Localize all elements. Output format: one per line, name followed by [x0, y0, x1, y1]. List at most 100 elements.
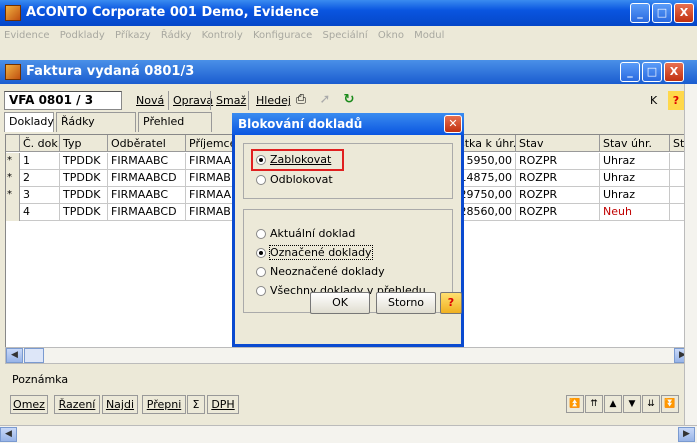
- cell-marker: *: [6, 170, 20, 187]
- arrow-icon[interactable]: ➚: [316, 91, 334, 109]
- refresh-icon[interactable]: ↻: [340, 91, 358, 109]
- maximize-button[interactable]: □: [652, 3, 672, 23]
- first-record-icon[interactable]: ⏫: [566, 395, 584, 413]
- cell-state: ROZPR: [516, 170, 600, 187]
- radio-aktualni[interactable]: Aktuální doklad: [254, 226, 355, 242]
- sub-close-button[interactable]: X: [664, 62, 684, 82]
- cell-no: 3: [20, 187, 60, 204]
- cell-paystate: Uhraz: [600, 187, 670, 204]
- tab-prehled-radku[interactable]: Přehled řádků: [138, 112, 212, 146]
- radio-label: Aktuální doklad: [270, 227, 356, 240]
- app-icon: [5, 5, 21, 21]
- document-icon: [5, 64, 21, 80]
- header-amount[interactable]: stka k úhr.: [456, 135, 516, 152]
- radio-neoznacene[interactable]: Neoznačené doklady: [254, 264, 385, 280]
- radio-label: Označené doklady: [269, 245, 373, 260]
- header-doc-no[interactable]: Č. dok.: [20, 135, 60, 152]
- sub-minimize-button[interactable]: _: [620, 62, 640, 82]
- header-state[interactable]: Stav: [516, 135, 600, 152]
- separator: [248, 91, 249, 110]
- help-button[interactable]: ?: [668, 91, 684, 110]
- close-button[interactable]: X: [674, 3, 694, 23]
- prepni-button[interactable]: Přepni: [142, 395, 186, 414]
- edit-button[interactable]: Oprava: [171, 91, 215, 110]
- sub-maximize-button[interactable]: □: [642, 62, 662, 82]
- radio-odblokovat[interactable]: Odblokovat: [254, 172, 333, 188]
- document-number-field[interactable]: VFA 0801 / 3: [4, 91, 122, 110]
- separator: [168, 91, 169, 110]
- cell-customer: FIRMAABC: [108, 153, 186, 170]
- window-scroll-left-icon[interactable]: ◀: [0, 427, 17, 442]
- tab-radky-dokladu[interactable]: Řádky dokladu: [56, 112, 136, 146]
- horizontal-scrollbar[interactable]: ◀ ▶: [5, 347, 692, 364]
- delete-button[interactable]: Smaž: [214, 91, 248, 110]
- dialog-close-button[interactable]: ✕: [444, 115, 462, 133]
- radio-dot: [256, 229, 266, 239]
- menu-kontroly[interactable]: Kontroly: [202, 26, 243, 46]
- cell-type: TPDDK: [60, 187, 108, 204]
- bottom-toolbar: Omez Řazení Najdi Přepni Σ DPH ⏫ ⇈ ▲ ▼ ⇊…: [4, 393, 692, 415]
- radio-label: Odblokovat: [270, 173, 333, 186]
- scroll-left-icon[interactable]: ◀: [6, 348, 23, 363]
- header-marker: [6, 135, 20, 152]
- header-pay-state[interactable]: Stav úhr.: [600, 135, 670, 152]
- search-button[interactable]: Hledej: [254, 91, 293, 110]
- radio-dot: [256, 248, 266, 258]
- app-title: ACONTO Corporate 001 Demo, Evidence: [26, 5, 319, 20]
- cell-no: 4: [20, 204, 60, 221]
- cell-no: 1: [20, 153, 60, 170]
- window-horizontal-scrollbar[interactable]: ◀ ▶: [0, 425, 697, 443]
- omez-button[interactable]: Omez: [10, 395, 48, 414]
- tab-doklady[interactable]: Doklady: [4, 112, 54, 132]
- dph-button[interactable]: DPH: [207, 395, 239, 414]
- radio-oznacene[interactable]: Označené doklady: [254, 245, 373, 261]
- menu-podklady[interactable]: Podklady: [60, 26, 105, 46]
- header-customer[interactable]: Odběratel: [108, 135, 186, 152]
- menu-evidence[interactable]: Evidence: [4, 26, 50, 46]
- radio-dot: [256, 267, 266, 277]
- minimize-button[interactable]: _: [630, 3, 650, 23]
- cell-amount: 29750,00: [456, 187, 516, 204]
- cell-paystate: Neuh: [600, 204, 670, 221]
- radio-dot: [256, 155, 266, 165]
- cell-marker: *: [6, 153, 20, 170]
- menu-modul[interactable]: Modul: [414, 26, 444, 46]
- new-button[interactable]: Nová: [134, 91, 166, 110]
- window-scroll-right-icon[interactable]: ▶: [678, 427, 695, 442]
- header-type[interactable]: Typ: [60, 135, 108, 152]
- vertical-scrollbar[interactable]: [684, 84, 697, 429]
- page-down-icon[interactable]: ⇊: [642, 395, 660, 413]
- invoice-title-bar[interactable]: Faktura vydaná 0801/3 _ □ X: [0, 60, 697, 84]
- razeni-button[interactable]: Řazení: [54, 395, 100, 414]
- app-title-bar[interactable]: ACONTO Corporate 001 Demo, Evidence _ □ …: [0, 0, 697, 26]
- cell-customer: FIRMAABCD: [108, 204, 186, 221]
- cell-customer: FIRMAABCD: [108, 170, 186, 187]
- k-button[interactable]: K: [648, 91, 659, 110]
- cell-type: TPDDK: [60, 170, 108, 187]
- menu-konfigurace[interactable]: Konfigurace: [253, 26, 312, 46]
- note-label: Poznámka: [12, 373, 69, 386]
- menu-prikazy[interactable]: Příkazy: [115, 26, 151, 46]
- cell-state: ROZPR: [516, 204, 600, 221]
- cell-no: 2: [20, 170, 60, 187]
- najdi-button[interactable]: Najdi: [102, 395, 138, 414]
- next-record-icon[interactable]: ▼: [623, 395, 641, 413]
- ok-button[interactable]: OK: [310, 292, 370, 314]
- cell-paystate: Uhraz: [600, 170, 670, 187]
- menu-radky[interactable]: Řádky: [161, 26, 192, 46]
- prev-record-icon[interactable]: ▲: [604, 395, 622, 413]
- radio-dot: [256, 286, 266, 296]
- block-documents-dialog: Blokování dokladů ✕ Zablokovat Odblokova…: [232, 113, 464, 347]
- print-icon[interactable]: ⎙: [292, 91, 310, 109]
- menu-okno[interactable]: Okno: [378, 26, 404, 46]
- scroll-thumb[interactable]: [24, 348, 44, 363]
- cancel-button[interactable]: Storno: [376, 292, 436, 314]
- cell-amount: 14875,00: [456, 170, 516, 187]
- sum-button[interactable]: Σ: [187, 395, 205, 414]
- menu-specialni[interactable]: Speciální: [323, 26, 368, 46]
- dialog-help-button[interactable]: ?: [440, 292, 462, 314]
- radio-zablokovat[interactable]: Zablokovat: [251, 149, 344, 171]
- page-up-icon[interactable]: ⇈: [585, 395, 603, 413]
- dialog-title-bar[interactable]: Blokování dokladů ✕: [232, 113, 464, 135]
- last-record-icon[interactable]: ⏬: [661, 395, 679, 413]
